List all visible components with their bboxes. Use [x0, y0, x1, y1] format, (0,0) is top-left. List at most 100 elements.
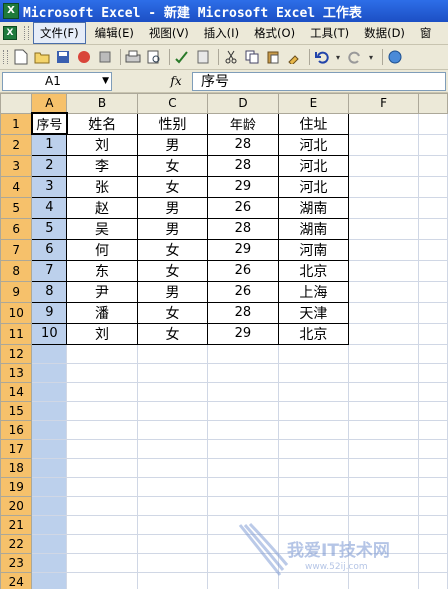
table-cell[interactable] — [417, 154, 448, 177]
table-cell[interactable]: 4 — [31, 196, 68, 219]
table-cell[interactable] — [348, 381, 419, 402]
table-cell[interactable] — [348, 476, 419, 497]
table-cell[interactable]: 河北 — [277, 133, 350, 156]
table-cell[interactable] — [417, 322, 448, 345]
table-cell[interactable] — [136, 457, 209, 478]
table-cell[interactable] — [31, 362, 68, 383]
table-cell[interactable]: 性别 — [136, 112, 209, 135]
table-cell[interactable] — [136, 362, 209, 383]
table-cell[interactable] — [417, 133, 448, 156]
new-icon[interactable] — [12, 49, 29, 66]
table-cell[interactable] — [207, 457, 279, 478]
table-cell[interactable] — [207, 362, 279, 383]
table-cell[interactable]: 1 — [31, 133, 68, 156]
table-cell[interactable] — [277, 400, 350, 421]
column-header-c[interactable]: C — [136, 93, 209, 114]
table-cell[interactable] — [277, 571, 350, 589]
table-cell[interactable]: 26 — [207, 196, 279, 219]
table-cell[interactable] — [31, 476, 68, 497]
table-cell[interactable] — [66, 552, 138, 573]
table-cell[interactable] — [348, 438, 419, 459]
table-cell[interactable] — [417, 400, 448, 421]
table-cell[interactable] — [348, 154, 419, 177]
table-cell[interactable] — [66, 457, 138, 478]
table-cell[interactable] — [348, 400, 419, 421]
row-header[interactable]: 20 — [0, 495, 33, 516]
table-cell[interactable]: 姓名 — [66, 112, 138, 135]
table-cell[interactable] — [31, 343, 68, 364]
column-header-e[interactable]: E — [277, 93, 350, 114]
table-cell[interactable]: 8 — [31, 280, 68, 303]
table-cell[interactable] — [66, 343, 138, 364]
table-cell[interactable] — [277, 476, 350, 497]
table-cell[interactable] — [136, 438, 209, 459]
cut-icon[interactable] — [222, 49, 239, 66]
column-header-b[interactable]: B — [66, 93, 138, 114]
table-cell[interactable] — [348, 343, 419, 364]
table-cell[interactable] — [277, 381, 350, 402]
menu-grip[interactable] — [24, 26, 29, 40]
column-header-f[interactable]: F — [348, 93, 419, 114]
table-cell[interactable]: 29 — [207, 322, 279, 345]
table-cell[interactable] — [136, 533, 209, 554]
row-header[interactable]: 17 — [0, 438, 33, 459]
table-cell[interactable]: 28 — [207, 301, 279, 324]
table-cell[interactable]: 河北 — [277, 175, 350, 198]
table-cell[interactable] — [348, 301, 419, 324]
row-header[interactable]: 7 — [0, 238, 33, 261]
table-cell[interactable] — [66, 438, 138, 459]
print-preview-icon[interactable] — [145, 49, 162, 66]
row-header[interactable]: 23 — [0, 552, 33, 573]
toolbar-grip[interactable] — [3, 50, 8, 64]
table-cell[interactable] — [31, 514, 68, 535]
table-cell[interactable] — [348, 112, 419, 135]
table-cell[interactable]: 年龄 — [207, 112, 279, 135]
table-cell[interactable] — [417, 238, 448, 261]
row-header[interactable]: 12 — [0, 343, 33, 364]
row-header[interactable]: 16 — [0, 419, 33, 440]
table-cell[interactable] — [417, 217, 448, 240]
insert-function-icon[interactable]: fx — [160, 74, 192, 88]
table-cell[interactable] — [348, 259, 419, 282]
table-cell[interactable]: 女 — [136, 175, 209, 198]
table-cell[interactable] — [277, 419, 350, 440]
table-cell[interactable] — [66, 533, 138, 554]
row-header[interactable]: 11 — [0, 322, 33, 345]
table-cell[interactable] — [348, 419, 419, 440]
table-cell[interactable] — [31, 381, 68, 402]
table-cell[interactable]: 刘 — [66, 322, 138, 345]
table-cell[interactable] — [277, 343, 350, 364]
row-header[interactable]: 24 — [0, 571, 33, 589]
open-icon[interactable] — [33, 49, 50, 66]
hyperlink-icon[interactable] — [386, 49, 403, 66]
row-header[interactable]: 8 — [0, 259, 33, 282]
column-header-g[interactable] — [417, 93, 448, 114]
row-header[interactable]: 19 — [0, 476, 33, 497]
table-cell[interactable] — [66, 514, 138, 535]
menu-edit[interactable]: 编辑(E) — [89, 23, 140, 43]
table-cell[interactable] — [417, 533, 448, 554]
active-cell[interactable]: 序号 — [30, 112, 68, 135]
table-cell[interactable] — [277, 362, 350, 383]
table-cell[interactable] — [207, 514, 279, 535]
email-icon[interactable] — [96, 49, 113, 66]
row-header[interactable]: 13 — [0, 362, 33, 383]
table-cell[interactable]: 李 — [66, 154, 138, 177]
paste-icon[interactable] — [264, 49, 281, 66]
table-cell[interactable] — [207, 438, 279, 459]
table-cell[interactable]: 天津 — [277, 301, 350, 324]
table-cell[interactable] — [31, 552, 68, 573]
menu-insert[interactable]: 插入(I) — [198, 23, 245, 43]
formula-input[interactable]: 序号 — [192, 71, 446, 91]
table-cell[interactable] — [348, 514, 419, 535]
table-cell[interactable] — [348, 571, 419, 589]
research-icon[interactable] — [194, 49, 211, 66]
table-cell[interactable]: 女 — [136, 154, 209, 177]
table-cell[interactable] — [417, 343, 448, 364]
undo-icon[interactable] — [313, 49, 330, 66]
row-header[interactable]: 1 — [0, 112, 33, 135]
table-cell[interactable] — [417, 514, 448, 535]
row-header[interactable]: 2 — [0, 133, 33, 156]
table-cell[interactable] — [417, 280, 448, 303]
table-cell[interactable] — [136, 343, 209, 364]
